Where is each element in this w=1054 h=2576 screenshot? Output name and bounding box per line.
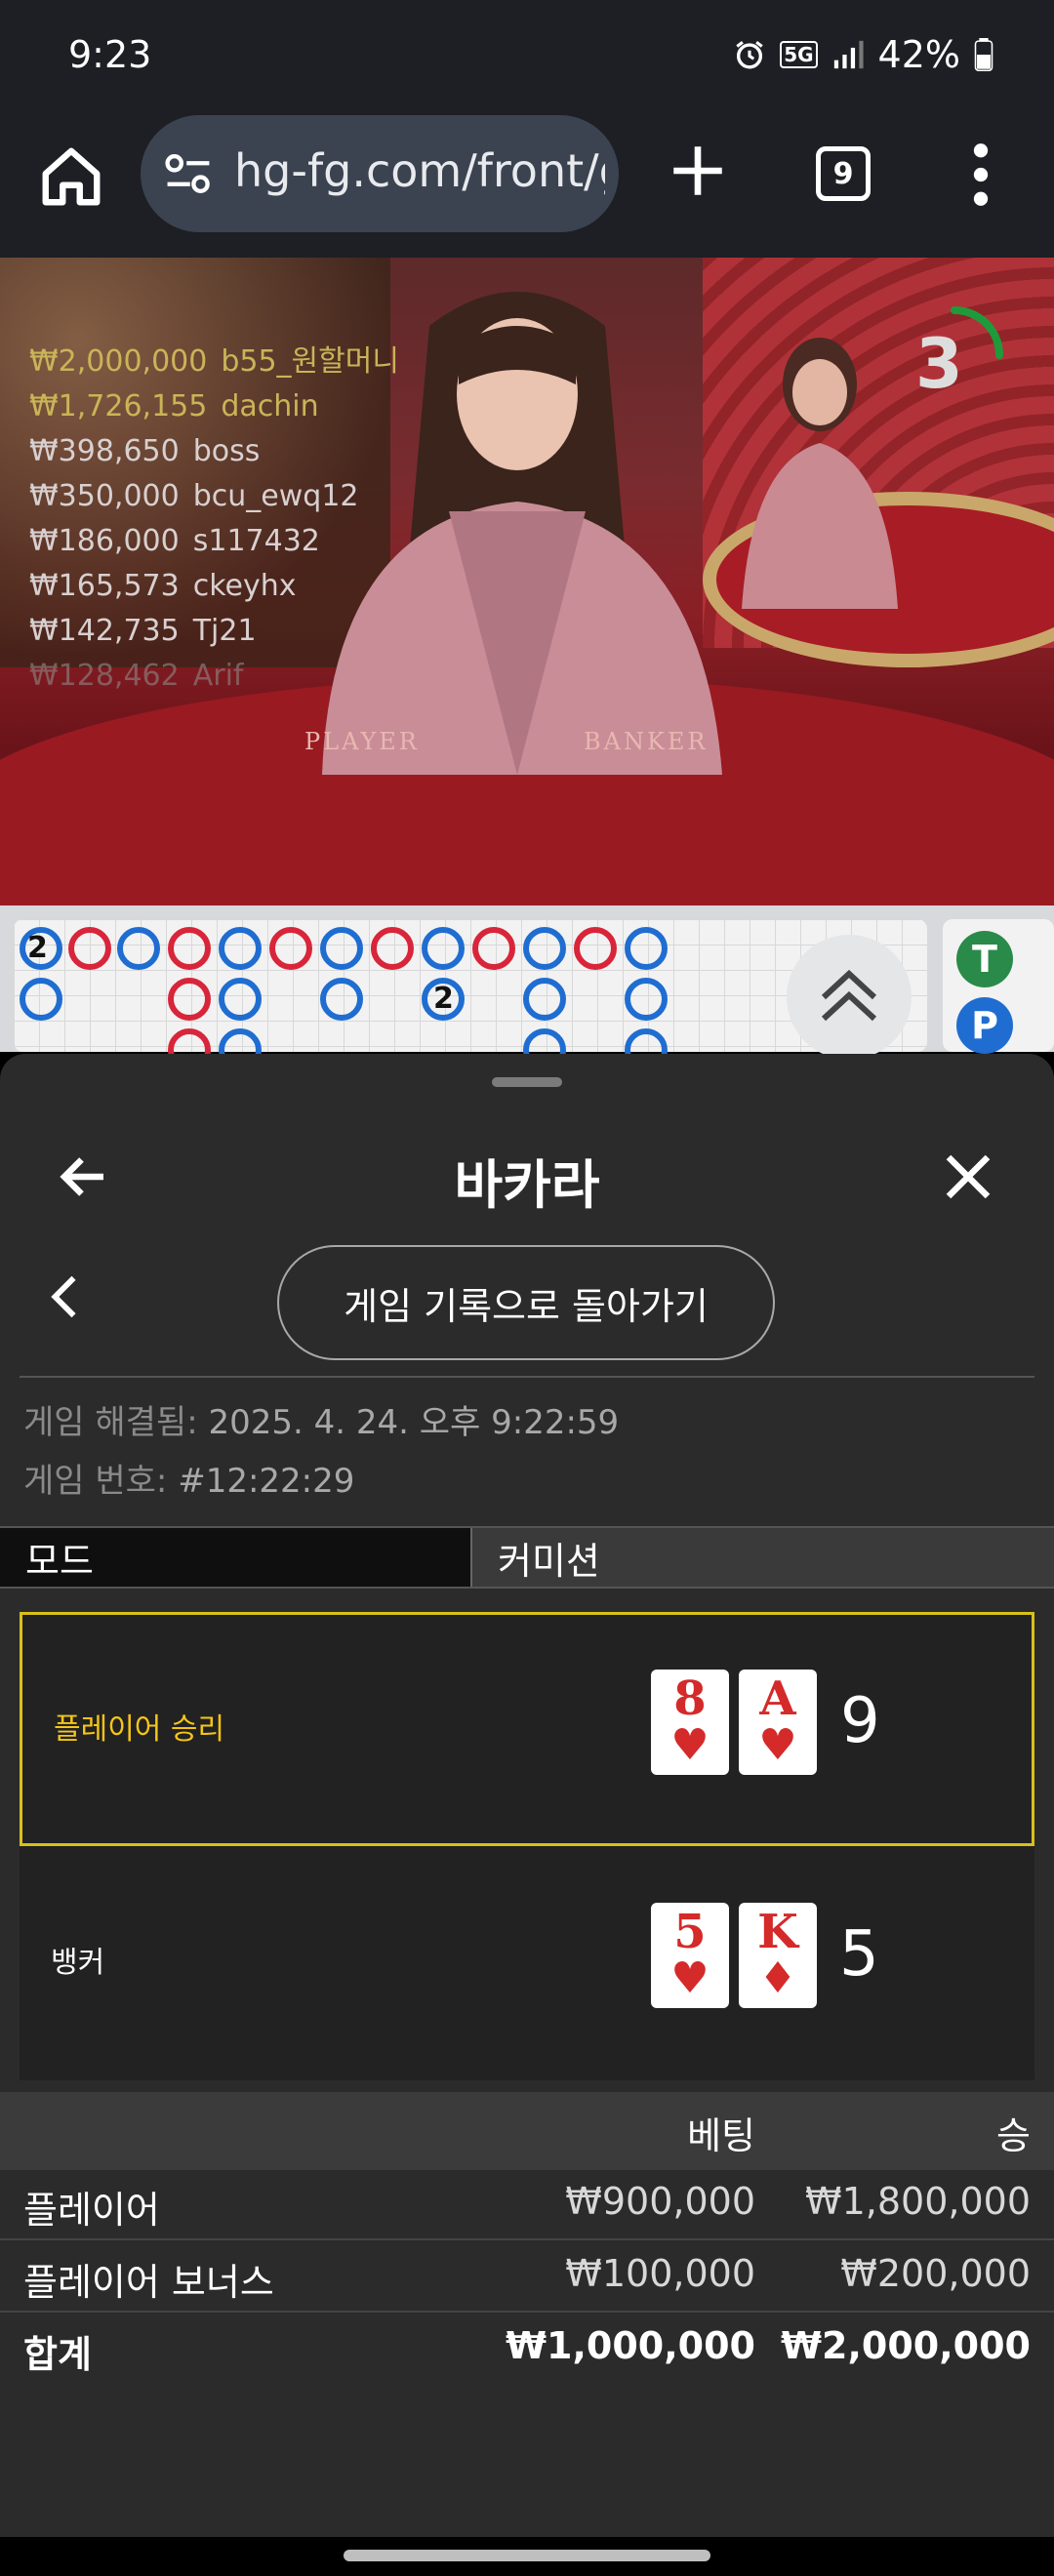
resolved-time: 게임 해결됨: 2025. 4. 24. 오후 9:22:59: [23, 1403, 620, 1442]
road-player-marker: [422, 927, 465, 970]
address-bar[interactable]: hg-fg.com/front/g: [141, 115, 619, 232]
battery-icon: [974, 38, 993, 71]
road-banker-marker: [472, 927, 515, 970]
leaderboard-row: ₩186,000 s117432: [29, 524, 320, 558]
total-row: 합계 ₩1,000,000 ₩2,000,000: [0, 2314, 1054, 2385]
signal-icon: [833, 40, 864, 69]
sheet-title: 바카라: [454, 1154, 600, 1216]
game-history-sheet: 바카라 게임 기록으로 돌아가기 게임 해결됨: 2025. 4. 24. 오후…: [0, 1054, 1054, 2537]
status-time: 9:23: [68, 33, 152, 76]
bet-column-header: 베팅: [687, 2114, 755, 2157]
road-player-marker: [117, 927, 160, 970]
road-player-marker: [219, 927, 262, 970]
double-chevron-up-icon: [821, 969, 877, 1022]
playing-card: 5 ♥: [651, 1903, 729, 2008]
road-stats-panel: T P: [943, 919, 1054, 1054]
player-win-label: 플레이어 승리: [54, 1712, 225, 1747]
url-text[interactable]: hg-fg.com/front/g: [234, 144, 605, 197]
leaderboard-row: ₩1,726,155 dachin: [29, 389, 319, 423]
playing-card: 8 ♥: [651, 1670, 729, 1775]
more-options-icon[interactable]: [966, 142, 995, 207]
table-row: 플레이어 ₩900,000 ₩1,800,000: [0, 2170, 1054, 2240]
game-number: 게임 번호: #12:22:29: [23, 1462, 355, 1501]
road-map[interactable]: 2 2 T P: [0, 906, 1054, 1071]
home-icon[interactable]: [37, 142, 105, 211]
road-player-marker: [320, 978, 363, 1021]
winners-leaderboard: ₩2,000,000 b55_원할머니 ₩1,726,155 dachin ₩398…: [29, 340, 399, 699]
leaderboard-row: ₩350,000 bcu_ewq12: [29, 479, 359, 513]
status-bar: 9:23 5G 42%: [0, 0, 1054, 115]
new-tab-icon[interactable]: [666, 139, 730, 203]
banker-hand-total: 5: [839, 1918, 879, 1991]
divider: [20, 1376, 1034, 1378]
road-player-marker: [523, 927, 566, 970]
site-settings-icon[interactable]: [164, 152, 213, 195]
leaderboard-row: ₩165,573 ckeyhx: [29, 569, 297, 603]
leaderboard-row: ₩128,462 Arif: [29, 659, 244, 693]
chevron-left-icon[interactable]: [49, 1274, 78, 1319]
status-icons: 5G 42%: [733, 33, 993, 76]
player-area-label: PLAYER: [304, 728, 420, 755]
tab-commission[interactable]: 커미션: [472, 1528, 1054, 1587]
tab-switcher-button[interactable]: 9: [816, 146, 871, 201]
bet-table-header: 베팅 승: [0, 2092, 1054, 2170]
close-icon[interactable]: [939, 1147, 997, 1206]
road-player-marker: [523, 978, 566, 1021]
table-row: 플레이어 보너스 ₩100,000 ₩200,000: [0, 2242, 1054, 2313]
road-banker-marker: [574, 927, 617, 970]
tie-count-marker: 2: [433, 982, 454, 1016]
battery-percent: 42%: [877, 33, 960, 76]
road-player-marker: [20, 978, 62, 1021]
leaderboard-row: ₩2,000,000 b55_원할머니: [29, 344, 399, 379]
mode-tabs: 모드 커미션: [0, 1526, 1054, 1589]
road-banker-marker: [168, 927, 211, 970]
leaderboard-row: ₩142,735 Tj21: [29, 614, 257, 648]
return-to-history-button[interactable]: 게임 기록으로 돌아가기: [277, 1245, 775, 1360]
banker-label: 뱅커: [51, 1946, 105, 1980]
road-banker-marker: [168, 978, 211, 1021]
playing-card: K ♦: [739, 1903, 817, 2008]
alarm-icon: [736, 41, 763, 69]
banker-result-box: 뱅커 5 ♥ K ♦ 5: [20, 1846, 1034, 2080]
road-player-marker: [320, 927, 363, 970]
tie-chip: T: [956, 931, 1013, 987]
player-result-box: 플레이어 승리 8 ♥ A ♥ 9: [20, 1612, 1034, 1846]
road-banker-marker: [269, 927, 312, 970]
win-column-header: 승: [996, 2114, 1031, 2157]
tab-mode[interactable]: 모드: [0, 1528, 472, 1587]
playing-card: A ♥: [739, 1670, 817, 1775]
home-gesture-pill[interactable]: [344, 2550, 710, 2561]
road-banker-marker: [68, 927, 111, 970]
live-video[interactable]: PLAYER BANKER ₩2,000,000 b55_원할머니 ₩1,726,…: [0, 258, 1054, 906]
road-player-marker: [625, 978, 668, 1021]
browser-toolbar: hg-fg.com/front/g 9: [0, 115, 1054, 258]
countdown-number: 3: [915, 324, 963, 404]
tie-count-marker: 2: [27, 931, 48, 965]
road-banker-marker: [371, 927, 414, 970]
leaderboard-row: ₩398,650 boss: [29, 434, 261, 468]
road-player-marker: [219, 978, 262, 1021]
network-5g-icon: 5G: [780, 41, 818, 68]
player-chip: P: [956, 997, 1013, 1054]
banker-area-label: BANKER: [584, 728, 709, 755]
drag-handle[interactable]: [492, 1077, 562, 1087]
road-player-marker: [625, 927, 668, 970]
player-hand-total: 9: [840, 1685, 880, 1757]
collapse-roadmap-button[interactable]: [787, 935, 912, 1060]
system-nav-bar: [0, 2537, 1054, 2576]
